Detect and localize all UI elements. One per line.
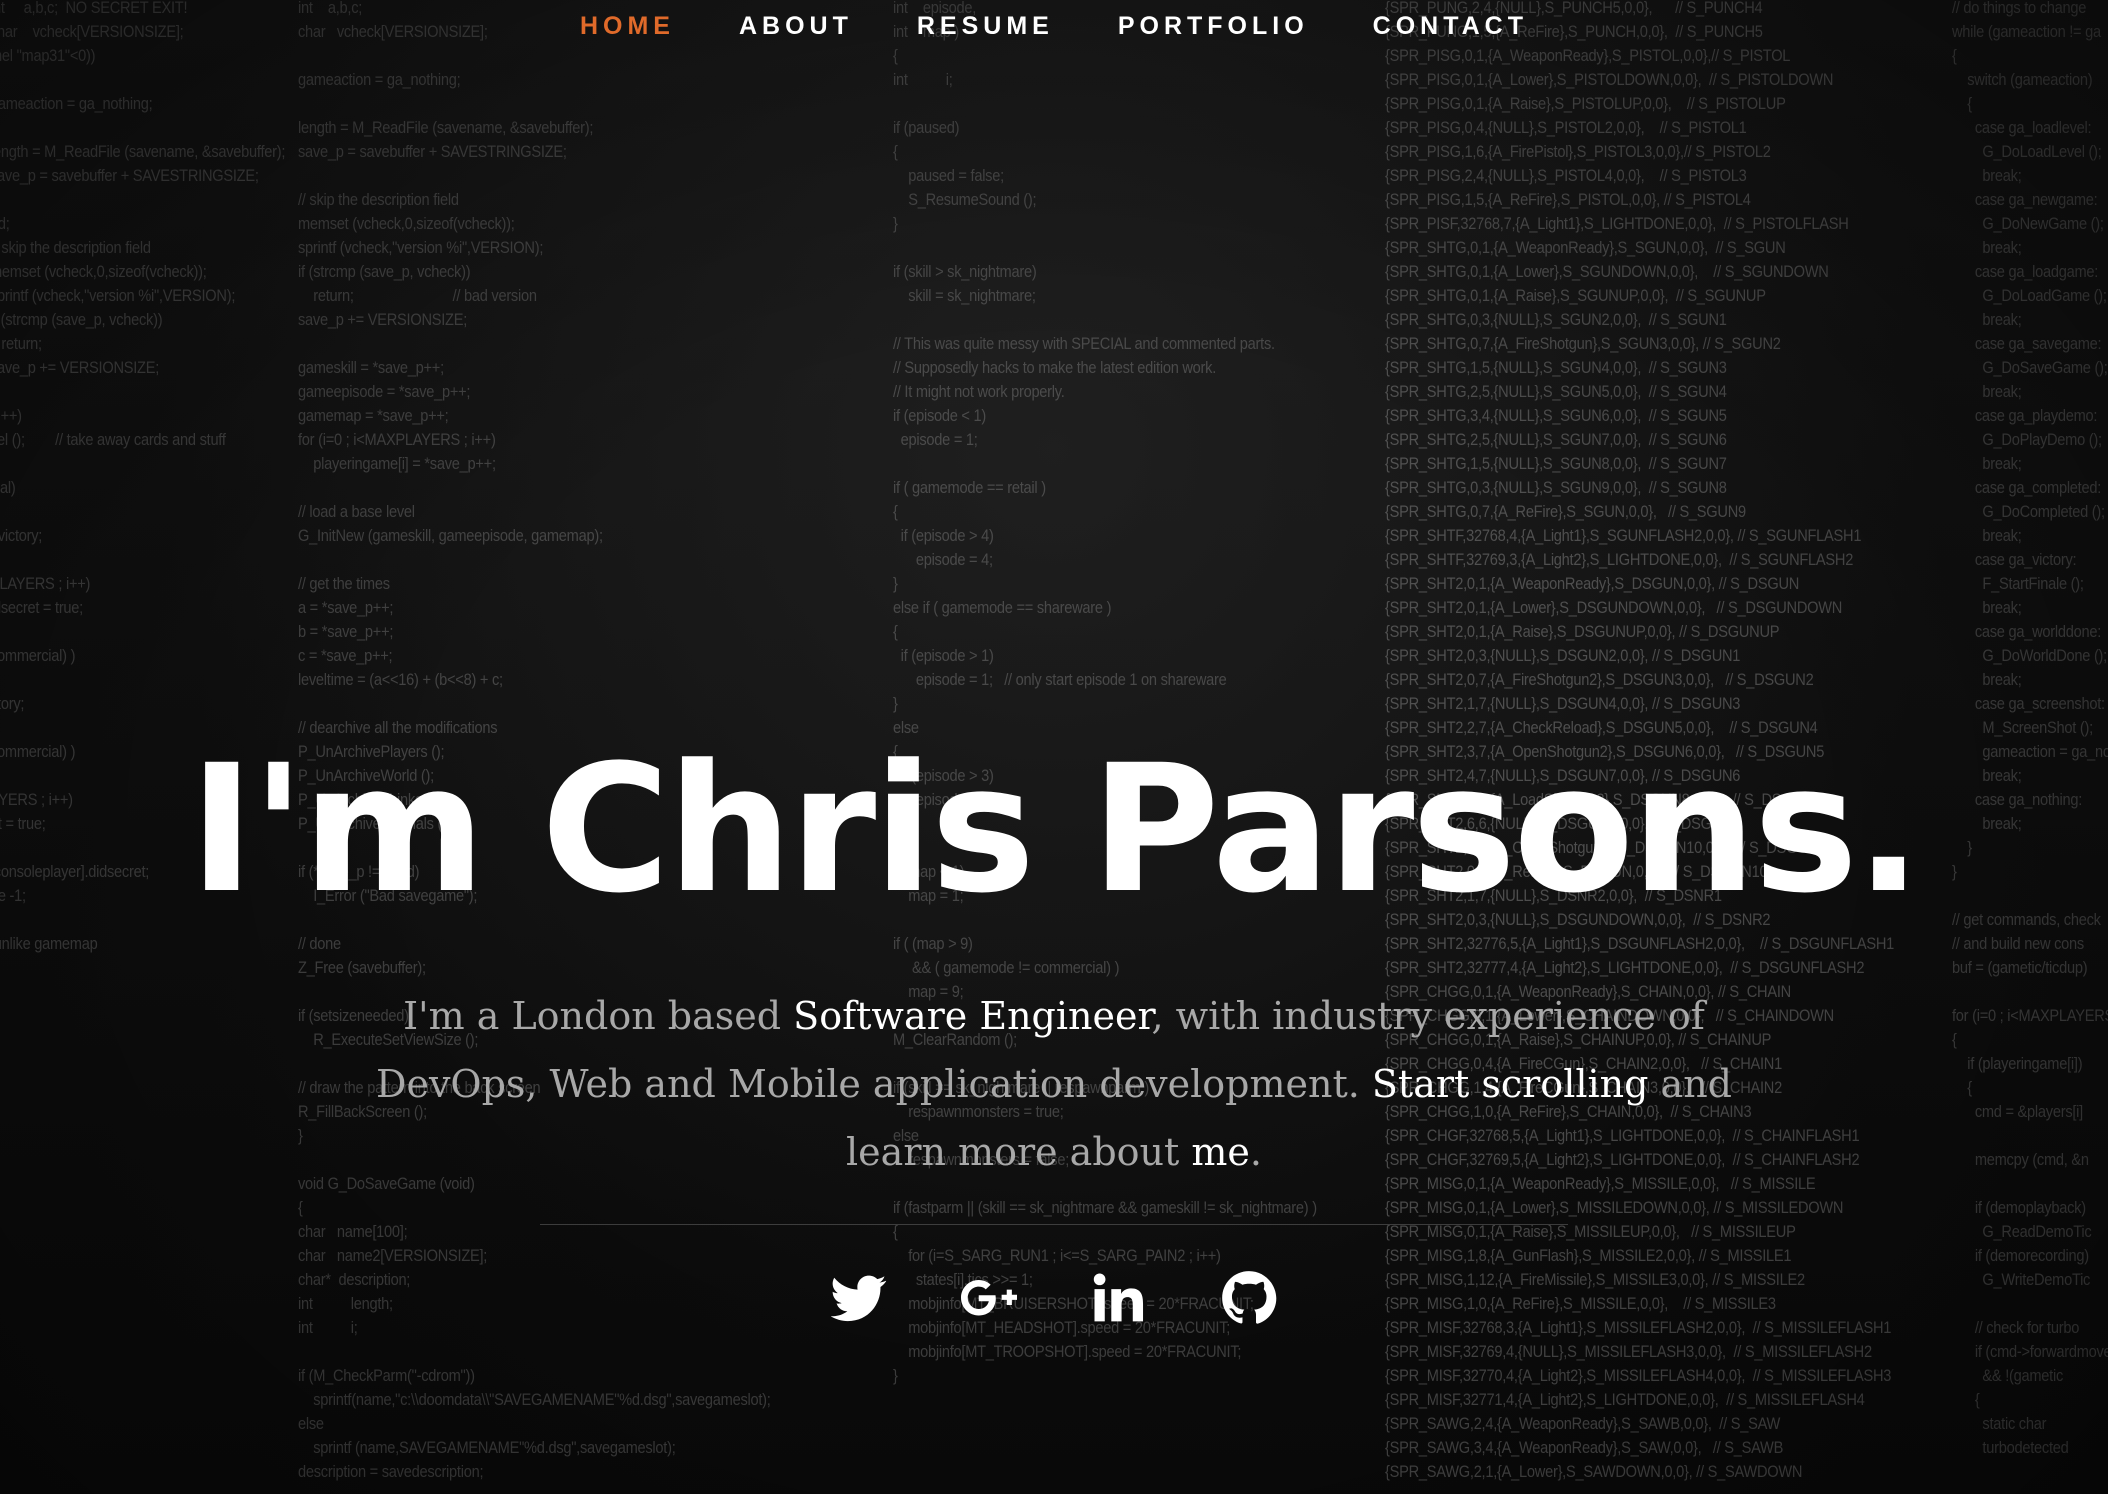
nav-home[interactable]: HOME xyxy=(548,0,707,56)
hero-title: I'm Chris Parsons. xyxy=(188,727,1922,932)
hero-divider xyxy=(540,1224,1568,1225)
nav-resume[interactable]: RESUME xyxy=(885,0,1086,56)
hero-intro-text: I'm a London based Software Engineer, wi… xyxy=(354,982,1754,1186)
github-icon[interactable] xyxy=(1221,1270,1277,1326)
social-links xyxy=(0,1270,2108,1326)
nav-contact[interactable]: CONTACT xyxy=(1341,0,1560,56)
twitter-icon[interactable] xyxy=(831,1270,887,1326)
nav-about[interactable]: ABOUT xyxy=(707,0,885,56)
intro-text-part: . xyxy=(1249,1130,1262,1174)
google-plus-icon-graphic xyxy=(961,1280,1017,1316)
twitter-icon-graphic xyxy=(831,1275,887,1322)
nav-portfolio[interactable]: PORTFOLIO xyxy=(1086,0,1341,56)
github-icon-graphic xyxy=(1222,1271,1277,1324)
intro-text-part: I'm a London based xyxy=(403,994,794,1038)
about-me-link[interactable]: me xyxy=(1191,1130,1250,1174)
google-plus-icon[interactable] xyxy=(961,1270,1017,1326)
intro-highlight-software-engineer: Software Engineer xyxy=(793,994,1152,1038)
linkedin-icon-graphic xyxy=(1093,1273,1144,1322)
linkedin-icon[interactable] xyxy=(1091,1270,1147,1326)
start-scrolling-link[interactable]: Start scrolling xyxy=(1372,1062,1649,1106)
top-navigation: HOME ABOUT RESUME PORTFOLIO CONTACT xyxy=(0,0,2108,56)
